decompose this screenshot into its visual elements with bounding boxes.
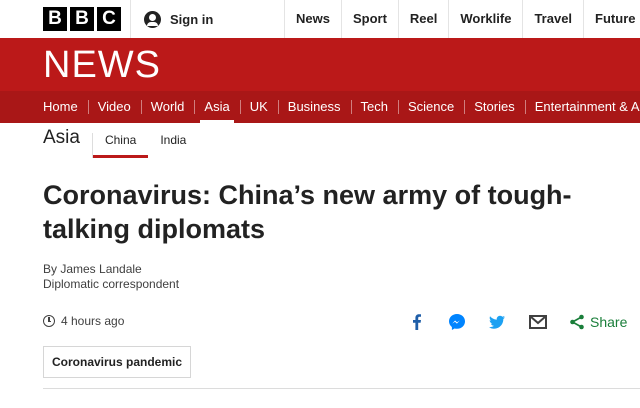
share-label: Share: [590, 314, 628, 330]
section-nav-business[interactable]: Business: [277, 91, 351, 123]
section-nav-world[interactable]: World: [140, 91, 195, 123]
divider: [43, 388, 640, 389]
bbc-logo-letter: B: [43, 7, 67, 31]
section-nav-uk[interactable]: UK: [239, 91, 278, 123]
section-nav-stories[interactable]: Stories: [464, 91, 524, 123]
top-nav-future[interactable]: Future: [583, 0, 640, 38]
author-name: By James Landale: [43, 262, 142, 276]
top-nav-reel[interactable]: Reel: [397, 0, 448, 38]
user-icon: [144, 10, 161, 28]
messenger-icon: [449, 314, 465, 330]
news-header: NEWS: [0, 38, 640, 91]
section-nav-video[interactable]: Video: [87, 91, 141, 123]
article-headline: Coronavirus: China’s new army of tough-t…: [43, 180, 572, 244]
share-icon: [570, 314, 584, 330]
news-wordmark[interactable]: NEWS: [43, 44, 161, 86]
subnav-title[interactable]: Asia: [43, 127, 80, 158]
byline: By James Landale Diplomatic corresponden…: [43, 262, 179, 292]
author-role: Diplomatic correspondent: [43, 277, 180, 291]
subnav-china[interactable]: China: [91, 133, 149, 158]
asia-subnavigation: Asia China India: [43, 124, 198, 158]
email-icon: [529, 315, 547, 329]
timestamp-label: 4 hours ago: [61, 314, 125, 328]
share-messenger-button[interactable]: [447, 312, 467, 332]
top-nav-sport[interactable]: Sport: [340, 0, 398, 38]
section-nav-science[interactable]: Science: [398, 91, 464, 123]
topic-tag-coronavirus[interactable]: Coronavirus pandemic: [43, 346, 192, 378]
facebook-icon: [413, 314, 421, 330]
bbc-global-navigation: B B C Sign in News Sport Reel Worklife T…: [0, 0, 640, 39]
subnav-india[interactable]: India: [148, 133, 198, 158]
sign-in-label: Sign in: [170, 11, 214, 27]
clock-icon: [43, 315, 55, 327]
section-nav-tech[interactable]: Tech: [350, 91, 398, 123]
top-navigation: News Sport Reel Worklife Travel Future: [284, 0, 640, 38]
bbc-logo-letter: C: [97, 7, 121, 31]
bbc-logo-letter: B: [70, 7, 94, 31]
twitter-icon: [489, 315, 505, 329]
top-nav-worklife[interactable]: Worklife: [448, 0, 522, 38]
article-timestamp: 4 hours ago: [43, 314, 124, 328]
share-facebook-button[interactable]: [407, 312, 427, 332]
top-nav-travel[interactable]: Travel: [522, 0, 583, 38]
section-nav-entertainment[interactable]: Entertainment & Arts: [524, 91, 640, 123]
sign-in-link[interactable]: Sign in: [130, 0, 213, 38]
section-nav-home[interactable]: Home: [0, 91, 88, 123]
share-twitter-button[interactable]: [487, 312, 507, 332]
section-navigation: Home Video World Asia UK Business Tech S…: [0, 91, 640, 123]
section-nav-asia[interactable]: Asia: [194, 91, 239, 123]
share-email-button[interactable]: [528, 312, 548, 332]
bbc-logo[interactable]: B B C: [43, 7, 121, 31]
top-nav-news[interactable]: News: [284, 0, 341, 38]
share-button[interactable]: Share: [569, 312, 627, 332]
